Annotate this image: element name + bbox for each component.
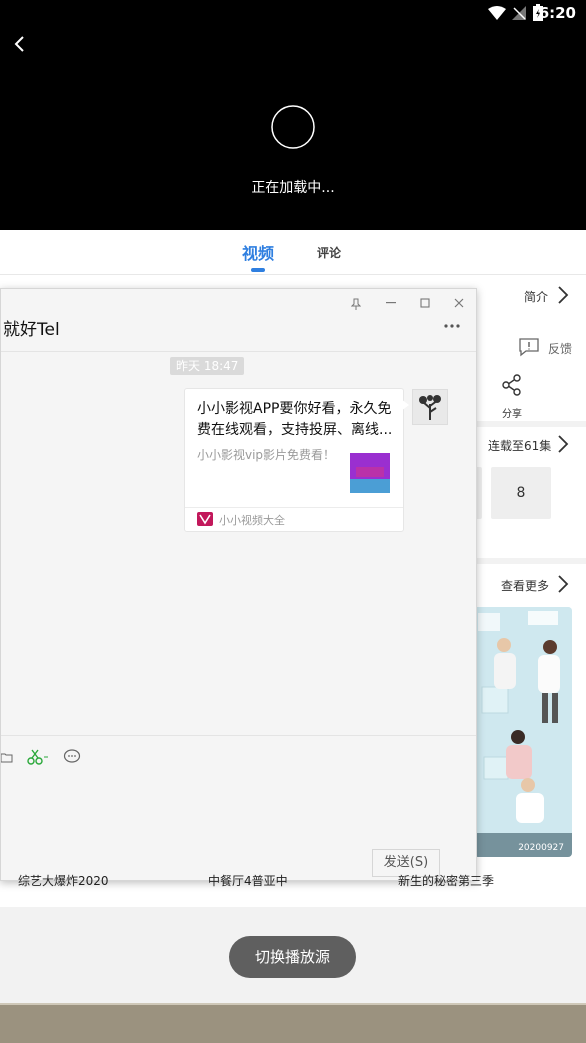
loading-text: 正在加载中... xyxy=(251,180,335,196)
tab-comment[interactable]: 评论 xyxy=(317,244,341,261)
bubble-arrow xyxy=(401,399,409,411)
message-source: 小小视频大全 xyxy=(219,514,285,527)
feedback-label[interactable]: 反馈 xyxy=(548,340,572,357)
chat-window[interactable]: 就好Tel 昨天 18:47 小小影视APP要你好看，永久免费在线观看，支持投屏… xyxy=(0,288,477,881)
shared-message-card[interactable]: 小小影视APP要你好看，永久免费在线观看，支持投屏、离线... 小小影视vip影… xyxy=(184,388,404,532)
active-tab-indicator xyxy=(251,268,265,272)
wifi-icon xyxy=(488,6,506,20)
poster-thumbnail[interactable]: 20200927 xyxy=(474,607,572,857)
close-icon[interactable] xyxy=(454,298,464,308)
message-description: 小小影视vip影片免费看！ xyxy=(197,448,336,462)
navigation-bar xyxy=(0,1003,586,1043)
more-link[interactable]: 查看更多 xyxy=(501,577,549,594)
tab-video[interactable]: 视频 xyxy=(242,240,274,264)
back-icon[interactable] xyxy=(10,34,30,54)
maximize-icon[interactable] xyxy=(420,298,430,308)
avatar[interactable] xyxy=(412,389,448,425)
divider xyxy=(1,351,476,352)
minimize-icon[interactable] xyxy=(386,302,396,304)
folder-icon[interactable] xyxy=(1,751,13,763)
divider xyxy=(1,735,476,736)
episode-item[interactable]: 8 xyxy=(491,467,551,519)
chevron-right-icon[interactable] xyxy=(556,285,570,305)
divider xyxy=(185,507,403,508)
no-signal-icon xyxy=(512,6,526,20)
video-title[interactable]: 综艺大爆炸2020 xyxy=(18,872,109,889)
chat-title: 就好Tel xyxy=(3,320,60,340)
message-title: 小小影视APP要你好看，永久免费在线观看，支持投屏、离线... xyxy=(197,401,393,438)
poster-date: 20200927 xyxy=(518,843,564,853)
share-label[interactable]: 分享 xyxy=(502,405,522,420)
status-time: 6:20 xyxy=(538,4,576,22)
chat-bubble-icon[interactable] xyxy=(63,749,81,765)
switch-source-button[interactable]: 切换播放源 xyxy=(229,936,356,978)
chat-timestamp: 昨天 18:47 xyxy=(170,357,245,375)
app-logo-icon xyxy=(197,512,213,526)
pin-icon[interactable] xyxy=(351,298,361,310)
share-icon[interactable] xyxy=(501,374,523,396)
video-title[interactable]: 中餐厅4普亚中 xyxy=(208,872,288,889)
chevron-right-icon[interactable] xyxy=(556,574,570,594)
chevron-right-icon[interactable] xyxy=(556,434,570,454)
video-player[interactable]: 6:20 正在加载中... xyxy=(0,0,586,230)
feedback-icon[interactable] xyxy=(518,337,540,357)
loading-spinner-icon xyxy=(270,104,316,150)
intro-link[interactable]: 简介 xyxy=(524,288,548,305)
tab-bar: 视频 评论 xyxy=(0,230,586,275)
message-thumbnail xyxy=(350,453,390,493)
video-title[interactable]: 新生的秘密第三季 xyxy=(398,872,494,889)
series-status[interactable]: 连载至61集 xyxy=(488,437,551,454)
more-options-icon[interactable] xyxy=(443,323,461,329)
scissors-icon[interactable] xyxy=(27,749,49,765)
